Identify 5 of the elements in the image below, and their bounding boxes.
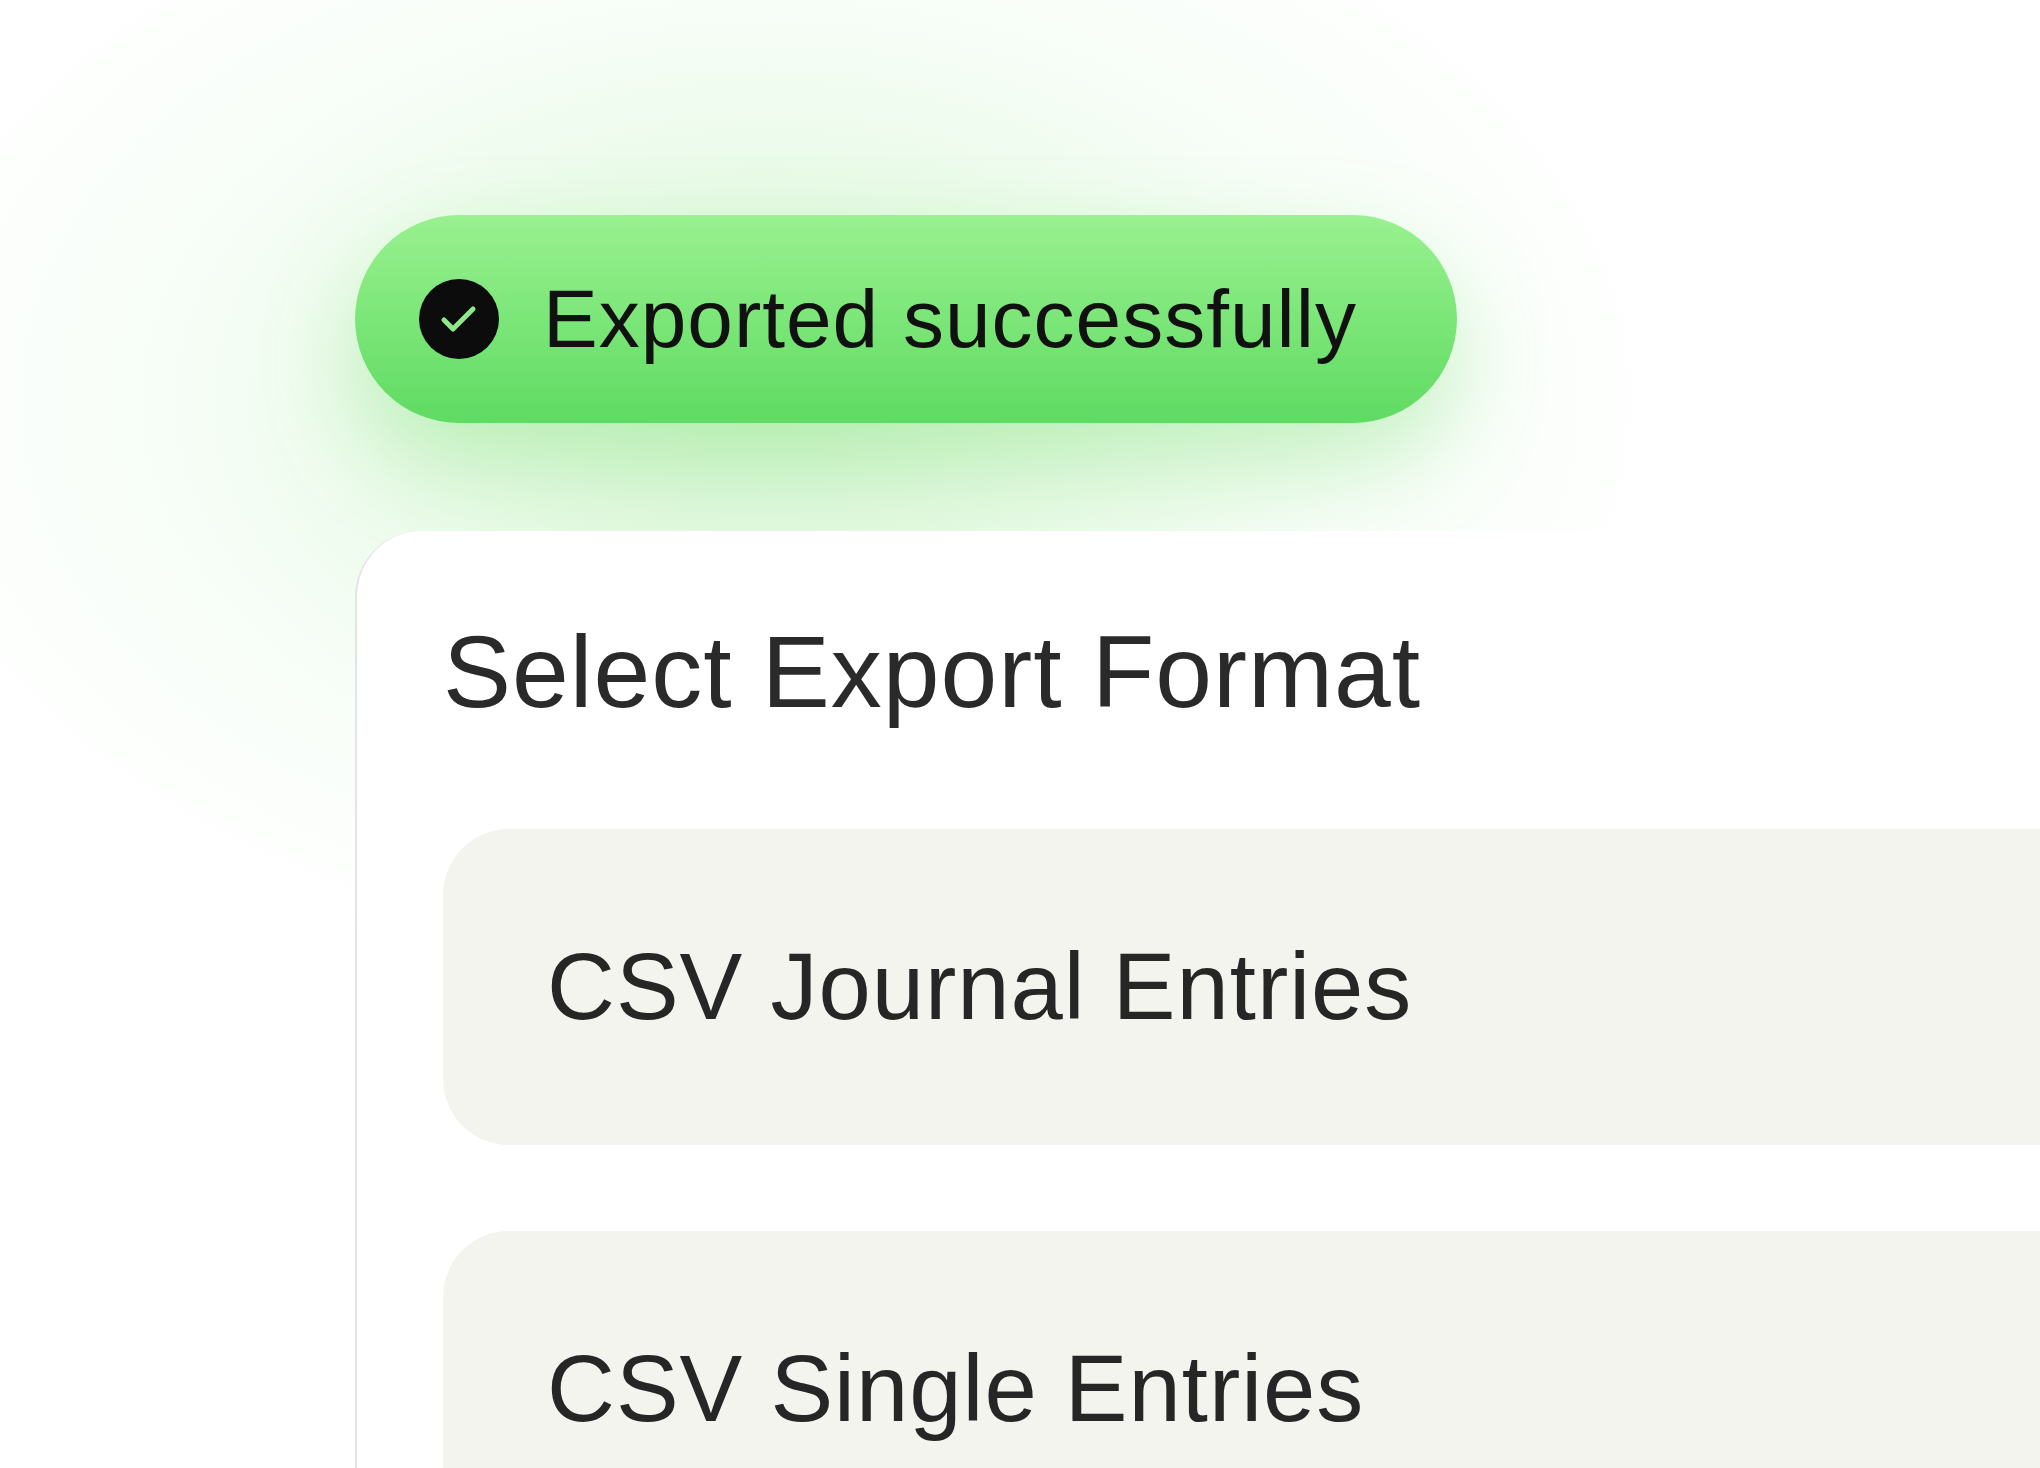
- format-option[interactable]: CSV Journal Entries: [443, 829, 2040, 1146]
- toast-message: Exported successfully: [543, 272, 1357, 366]
- check-circle-icon: [419, 279, 499, 359]
- format-option[interactable]: CSV Single Entries: [443, 1231, 2040, 1468]
- dialog-title: Select Export Format: [443, 614, 1422, 731]
